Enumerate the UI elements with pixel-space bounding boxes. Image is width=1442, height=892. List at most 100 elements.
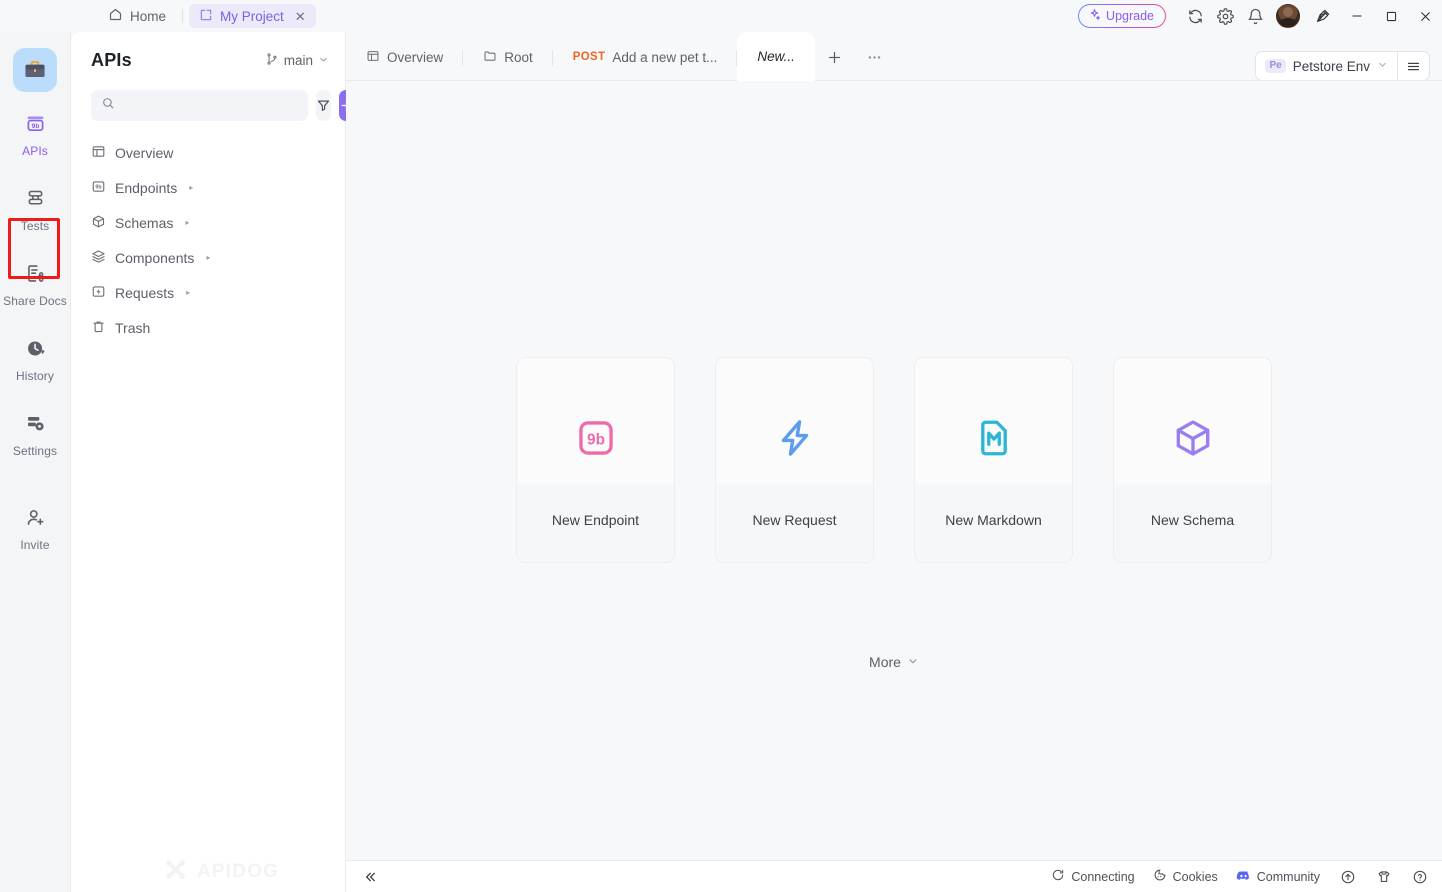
sidebar-item-history-label: History <box>16 369 54 383</box>
trash-icon <box>91 319 106 337</box>
chevron-right-icon[interactable]: ▸ <box>186 288 190 297</box>
history-icon <box>25 338 46 364</box>
search-icon <box>101 96 115 115</box>
endpoint-card-icon: 9b <box>575 415 617 461</box>
more-button[interactable]: More <box>869 654 919 670</box>
settings-icon <box>25 413 46 439</box>
svg-text:9b: 9b <box>587 431 605 448</box>
minimize-icon[interactable] <box>1340 0 1374 32</box>
card-new-schema[interactable]: New Schema <box>1113 357 1272 563</box>
editor-tab-new-label: New... <box>757 49 795 64</box>
editor-tab-new[interactable]: New... <box>737 32 815 81</box>
bell-icon[interactable] <box>1240 1 1270 31</box>
help-icon[interactable] <box>1412 869 1428 885</box>
search-input[interactable] <box>122 98 298 113</box>
editor-tab-add-pet[interactable]: POST Add a new pet t... <box>553 33 738 81</box>
sidebar-item-settings-label: Settings <box>13 444 57 458</box>
chevron-right-icon[interactable]: ▸ <box>185 218 189 227</box>
briefcase-icon[interactable] <box>13 48 57 92</box>
schemas-icon <box>91 214 106 232</box>
close-icon[interactable] <box>1408 0 1442 32</box>
left-rail: 9b APIs Tests Share Docs <box>0 32 71 892</box>
sidebar-header: APIs main <box>71 32 345 88</box>
new-tab-button[interactable] <box>815 33 855 81</box>
chevron-down-icon <box>318 53 329 68</box>
merch-icon[interactable] <box>1376 869 1392 885</box>
editor-tab-bar: Overview Root POST Add a new pet t... Ne… <box>346 32 1442 81</box>
request-card-icon <box>774 415 816 461</box>
editor-tab-root-label: Root <box>504 50 533 65</box>
sidebar-item-tests[interactable]: Tests <box>0 178 71 242</box>
window-tab-home[interactable]: Home <box>98 4 176 28</box>
window-tab-my-project[interactable]: My Project ✕ <box>189 4 316 28</box>
tree-item-components-label: Components <box>115 250 194 266</box>
filter-icon[interactable] <box>316 90 331 121</box>
environment-badge: Pe <box>1265 59 1285 73</box>
apidog-watermark-label: APIDOG <box>197 861 279 883</box>
maximize-icon[interactable] <box>1374 0 1408 32</box>
environment-group: Pe Petstore Env <box>1255 51 1430 81</box>
overview-icon <box>91 144 106 162</box>
status-connecting[interactable]: Connecting <box>1051 868 1134 885</box>
tree-item-overview[interactable]: Overview <box>71 135 345 170</box>
editor-tab-overview[interactable]: Overview <box>346 33 463 81</box>
sidebar-item-share-docs[interactable]: Share Docs <box>0 253 71 317</box>
tree-item-trash[interactable]: Trash <box>71 310 345 345</box>
chevron-right-icon[interactable]: ▸ <box>189 183 193 192</box>
card-new-request[interactable]: New Request <box>715 357 874 563</box>
avatar[interactable] <box>1276 4 1300 28</box>
sidebar-item-tests-label: Tests <box>21 219 50 233</box>
gear-icon[interactable] <box>1210 1 1240 31</box>
share-docs-icon <box>25 263 46 289</box>
requests-icon <box>91 284 106 302</box>
main-panel: Overview Root POST Add a new pet t... Ne… <box>346 32 1442 892</box>
more-row: More <box>346 654 1442 670</box>
sidebar-search-row <box>71 90 345 121</box>
card-new-markdown[interactable]: New Markdown <box>914 357 1073 563</box>
tree-item-endpoints[interactable]: 9b Endpoints ▸ <box>71 170 345 205</box>
upgrade-button[interactable]: Upgrade <box>1078 4 1166 28</box>
editor-tab-bar-right: Pe Petstore Env <box>1255 51 1442 81</box>
environment-menu-button[interactable] <box>1397 52 1429 80</box>
sidebar-item-invite[interactable]: Invite <box>0 497 71 561</box>
sidebar-item-history[interactable]: History <box>0 328 71 392</box>
folder-icon <box>483 49 497 66</box>
status-bar-items: Connecting Cookies <box>1051 868 1428 886</box>
tree-item-components[interactable]: Components ▸ <box>71 240 345 275</box>
more-label: More <box>869 654 901 670</box>
invite-icon <box>25 507 46 533</box>
status-community-label: Community <box>1257 870 1320 884</box>
tree-item-requests-label: Requests <box>115 285 174 301</box>
environment-selector[interactable]: Pe Petstore Env <box>1256 52 1397 80</box>
tree-item-overview-label: Overview <box>115 145 173 161</box>
tab-overflow-menu-button[interactable] <box>855 33 895 81</box>
card-new-endpoint[interactable]: 9b New Endpoint <box>516 357 675 563</box>
status-cookies[interactable]: Cookies <box>1153 868 1218 885</box>
status-cookies-label: Cookies <box>1173 870 1218 884</box>
window-tab-strip: Home My Project ✕ <box>98 4 316 28</box>
status-community[interactable]: Community <box>1236 868 1320 886</box>
quick-create-cards: 9b New Endpoint New Request <box>346 357 1442 563</box>
apis-icon: 9b <box>25 113 46 139</box>
environment-name: Petstore Env <box>1293 59 1370 74</box>
status-connecting-label: Connecting <box>1071 870 1134 884</box>
upload-circle-icon[interactable] <box>1340 869 1356 885</box>
tree-item-requests[interactable]: Requests ▸ <box>71 275 345 310</box>
sidebar-item-settings[interactable]: Settings <box>0 403 71 467</box>
chevron-right-icon[interactable]: ▸ <box>206 253 210 262</box>
window-tab-home-label: Home <box>130 9 166 24</box>
editor-tab-root[interactable]: Root <box>463 33 553 81</box>
pin-icon[interactable] <box>1306 0 1340 32</box>
sync-icon[interactable] <box>1180 1 1210 31</box>
tree-item-schemas[interactable]: Schemas ▸ <box>71 205 345 240</box>
search-box[interactable] <box>91 90 308 121</box>
branch-selector[interactable]: main <box>265 52 329 69</box>
tree-item-schemas-label: Schemas <box>115 215 173 231</box>
status-bar: Connecting Cookies <box>346 860 1442 892</box>
collapse-sidebar-button[interactable] <box>362 869 378 885</box>
close-icon[interactable]: ✕ <box>295 10 306 23</box>
sidebar-item-apis[interactable]: 9b APIs <box>0 103 71 167</box>
new-tab-content: 9b New Endpoint New Request <box>346 81 1442 860</box>
card-new-request-label: New Request <box>752 512 836 528</box>
markdown-card-icon <box>973 415 1015 461</box>
